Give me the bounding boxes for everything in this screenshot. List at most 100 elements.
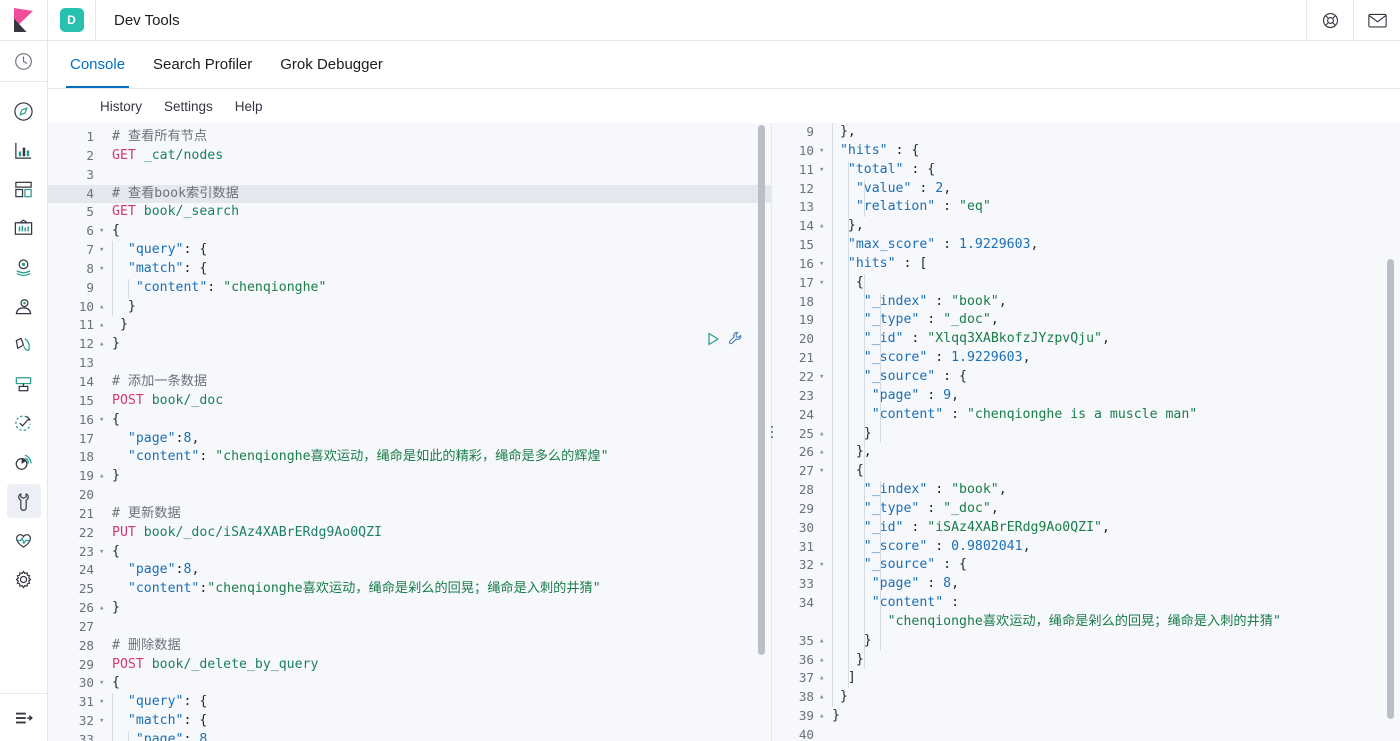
response-viewer[interactable]: 9 },10▾ "hits" : {11▾ "total" : {12 "val… bbox=[772, 123, 1400, 741]
sidebar-item-uptime[interactable] bbox=[7, 406, 41, 440]
fold-toggle[interactable]: ▴ bbox=[98, 316, 108, 335]
sidebar-item-maps[interactable] bbox=[7, 250, 41, 284]
fold-toggle[interactable]: ▾ bbox=[818, 274, 828, 293]
sidebar-item-dashboard[interactable] bbox=[7, 172, 41, 206]
sidebar-item-infrastructure[interactable] bbox=[7, 367, 41, 401]
code-line: 30 "_id" : "iSAz4XABrERdg9Ao0QZI", bbox=[772, 519, 1400, 538]
code-text: "relation" : "eq" bbox=[828, 198, 991, 217]
collapse-nav-icon[interactable] bbox=[0, 693, 47, 741]
play-send-request-icon[interactable] bbox=[707, 332, 720, 346]
fold-toggle[interactable]: ▾ bbox=[98, 543, 108, 562]
fold-toggle[interactable]: ▴ bbox=[98, 335, 108, 354]
sidebar-item-canvas[interactable] bbox=[7, 211, 41, 245]
code-line: 25▴ } bbox=[772, 425, 1400, 444]
sidebar-item-discover[interactable] bbox=[7, 94, 41, 128]
indent-guide bbox=[880, 293, 881, 312]
indent-guide bbox=[832, 293, 833, 312]
indent-guide bbox=[880, 349, 881, 368]
request-editor[interactable]: 1# 查看所有节点2GET _cat/nodes34# 查看book索引数据5G… bbox=[48, 123, 772, 741]
line-number: 19 bbox=[48, 467, 98, 486]
sidebar-item-management[interactable] bbox=[7, 562, 41, 596]
menu-item-help[interactable]: Help bbox=[235, 99, 263, 114]
fold-toggle[interactable]: ▴ bbox=[818, 443, 828, 462]
code-line: 9 "content": "chenqionghe" bbox=[48, 279, 771, 298]
code-line: 18 "content": "chenqionghe喜欢运动，绳命是如此的精彩，… bbox=[48, 448, 771, 467]
code-line: 31▾ "query": { bbox=[48, 693, 771, 712]
code-text: "content" : "chenqionghe is a muscle man… bbox=[828, 406, 1197, 425]
indent-guide bbox=[112, 712, 113, 731]
sidebar-item-visualize[interactable] bbox=[7, 133, 41, 167]
menu-item-settings[interactable]: Settings bbox=[164, 99, 213, 114]
indent-guide bbox=[848, 180, 849, 199]
indent-guide bbox=[832, 406, 833, 425]
fold-toggle[interactable]: ▴ bbox=[818, 707, 828, 726]
fold-toggle[interactable]: ▾ bbox=[98, 693, 108, 712]
tab-console[interactable]: Console bbox=[56, 41, 139, 88]
clock-recently-viewed-icon[interactable] bbox=[0, 41, 47, 82]
fold-toggle[interactable]: ▾ bbox=[818, 161, 828, 180]
mail-icon[interactable] bbox=[1353, 0, 1400, 40]
sidebar-item-monitoring[interactable] bbox=[7, 523, 41, 557]
dashboard-grid-icon bbox=[13, 179, 34, 200]
code-line: 17 "page":8, bbox=[48, 430, 771, 449]
request-editor-scrollbar[interactable] bbox=[758, 123, 765, 741]
line-number: 21 bbox=[48, 505, 98, 524]
line-number: 11 bbox=[48, 316, 98, 335]
fold-toggle[interactable]: ▴ bbox=[818, 688, 828, 707]
fold-toggle[interactable]: ▾ bbox=[98, 712, 108, 731]
wrench-options-icon[interactable] bbox=[728, 331, 743, 346]
help-lifebuoy-icon[interactable] bbox=[1306, 0, 1353, 40]
response-viewer-scrollbar[interactable] bbox=[1387, 123, 1394, 741]
fold-toggle[interactable]: ▴ bbox=[818, 669, 828, 688]
fold-toggle[interactable]: ▾ bbox=[98, 241, 108, 260]
line-number: 27 bbox=[48, 618, 98, 637]
line-number: 20 bbox=[48, 486, 98, 505]
ml-user-icon bbox=[13, 296, 34, 317]
fold-toggle[interactable]: ▾ bbox=[98, 411, 108, 430]
sidebar-item-dev-tools[interactable] bbox=[7, 484, 41, 518]
tab-search-profiler[interactable]: Search Profiler bbox=[139, 41, 266, 88]
line-number: 26 bbox=[48, 599, 98, 618]
code-line: 13 "relation" : "eq" bbox=[772, 198, 1400, 217]
code-text: "_type" : "_doc", bbox=[828, 311, 999, 330]
code-text: "page":8, bbox=[108, 561, 199, 580]
fold-toggle[interactable]: ▴ bbox=[98, 298, 108, 317]
code-text: } bbox=[108, 316, 128, 335]
indent-guide bbox=[880, 330, 881, 349]
fold-toggle[interactable]: ▾ bbox=[818, 142, 828, 161]
indent-guide bbox=[848, 481, 849, 500]
fold-toggle[interactable]: ▾ bbox=[818, 255, 828, 274]
request-editor-code[interactable]: 1# 查看所有节点2GET _cat/nodes34# 查看book索引数据5G… bbox=[48, 123, 771, 741]
fold-toggle[interactable]: ▾ bbox=[818, 556, 828, 575]
fold-toggle[interactable]: ▾ bbox=[818, 368, 828, 387]
line-number: 31 bbox=[48, 693, 98, 712]
sidebar-item-machine-learning[interactable] bbox=[7, 289, 41, 323]
fold-toggle[interactable]: ▴ bbox=[818, 651, 828, 670]
fold-toggle[interactable]: ▴ bbox=[98, 467, 108, 486]
line-number: 24 bbox=[48, 561, 98, 580]
fold-toggle[interactable]: ▴ bbox=[818, 425, 828, 444]
indent-guide bbox=[880, 594, 881, 613]
sidebar-item-apm[interactable] bbox=[7, 445, 41, 479]
fold-toggle[interactable]: ▾ bbox=[98, 260, 108, 279]
code-line: 23▾{ bbox=[48, 543, 771, 562]
code-text: { bbox=[108, 222, 120, 241]
tab-grok-debugger[interactable]: Grok Debugger bbox=[266, 41, 397, 88]
code-text: "hits" : { bbox=[828, 142, 919, 161]
console-submenu: History Settings Help bbox=[48, 89, 1400, 123]
fold-toggle[interactable]: ▾ bbox=[818, 462, 828, 481]
kibana-logo-icon[interactable] bbox=[0, 0, 48, 40]
space-selector-button[interactable]: D bbox=[48, 0, 96, 40]
fold-toggle[interactable]: ▴ bbox=[98, 599, 108, 618]
line-number: 1 bbox=[48, 128, 98, 147]
fold-toggle[interactable]: ▾ bbox=[98, 222, 108, 241]
fold-toggle[interactable]: ▴ bbox=[818, 632, 828, 651]
fold-toggle[interactable]: ▴ bbox=[818, 217, 828, 236]
sidebar-item-graph[interactable] bbox=[7, 328, 41, 362]
menu-item-history[interactable]: History bbox=[100, 99, 142, 114]
indent-guide bbox=[848, 198, 849, 217]
code-line: 15 "max_score" : 1.9229603, bbox=[772, 236, 1400, 255]
code-line: 28 "_index" : "book", bbox=[772, 481, 1400, 500]
drag-handle-icon[interactable] bbox=[765, 123, 779, 741]
fold-toggle[interactable]: ▾ bbox=[98, 674, 108, 693]
